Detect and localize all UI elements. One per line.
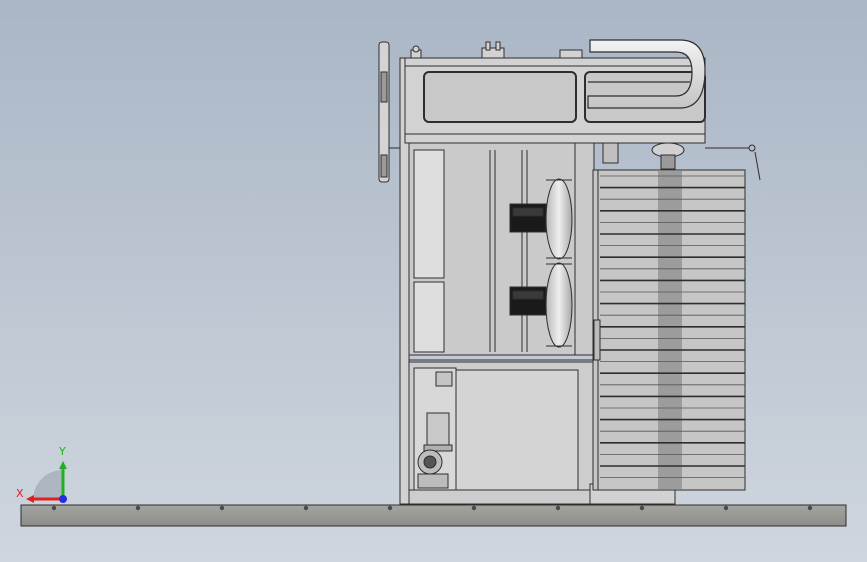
y-axis-label: Y	[58, 445, 66, 458]
coordinate-triad: X Y	[16, 445, 67, 503]
bolt-hole	[51, 505, 57, 511]
bolt-hole	[471, 505, 477, 511]
side-pulley	[378, 41, 400, 183]
bolt-hole	[303, 505, 309, 511]
fin-stack	[592, 169, 746, 491]
bolt-hole	[219, 505, 225, 511]
model-view[interactable]: X Y	[0, 0, 867, 562]
base-plate	[20, 504, 847, 527]
bolt-hole	[807, 505, 813, 511]
cad-viewport[interactable]: X Y	[0, 0, 867, 562]
bolt-hole	[135, 505, 141, 511]
bolt-hole	[555, 505, 561, 511]
x-axis-label: X	[16, 487, 24, 500]
bolt-hole	[387, 505, 393, 511]
bolt-hole	[723, 505, 729, 511]
bolt-hole	[639, 505, 645, 511]
